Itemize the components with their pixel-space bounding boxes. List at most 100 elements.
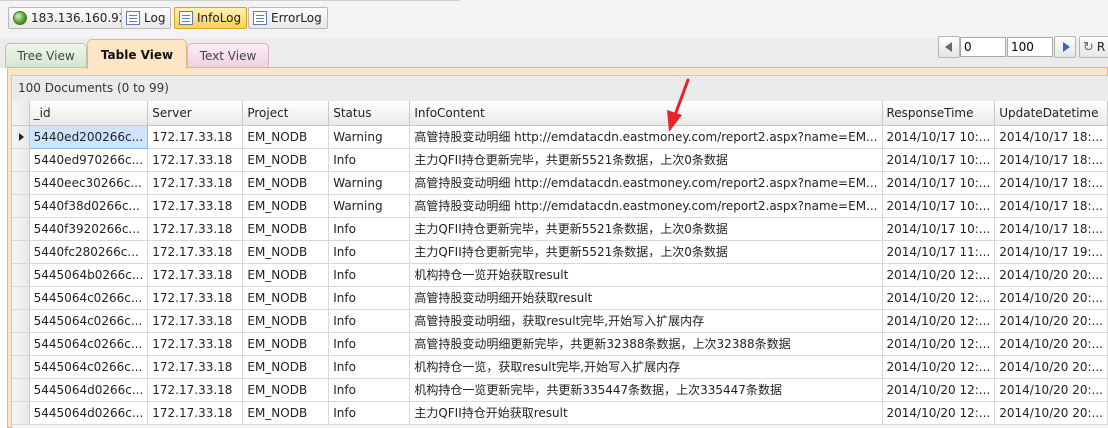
table-row[interactable]: 5440ed200266c... 172.17.33.18 EM_NODB Warni… bbox=[12, 124, 1108, 149]
cell-status[interactable]: Warning bbox=[328, 194, 411, 218]
cell-status[interactable]: Info bbox=[328, 263, 411, 287]
table-row[interactable]: 5440f38d0266c... 172.17.33.18 EM_NODB Warni… bbox=[12, 194, 1108, 218]
table-row[interactable]: 5445064d0266c... 172.17.33.18 EM_NODB Info … bbox=[12, 401, 1108, 425]
column-header-id[interactable]: _id bbox=[29, 101, 149, 126]
row-indicator[interactable] bbox=[12, 401, 30, 425]
cell-updatedatetime[interactable]: 2014/10/20 20:... bbox=[994, 263, 1108, 287]
cell-server[interactable]: 172.17.33.18 bbox=[147, 378, 244, 402]
cell-updatedatetime[interactable]: 2014/10/17 18:... bbox=[994, 171, 1108, 195]
cell-id[interactable]: 5445064c0266c... bbox=[29, 309, 149, 333]
tab-text-view[interactable]: Text View bbox=[187, 43, 269, 68]
cell-status[interactable]: Info bbox=[328, 309, 411, 333]
row-indicator[interactable] bbox=[12, 378, 30, 402]
server-button[interactable]: 183.136.160.92 bbox=[8, 7, 133, 29]
cell-infocontent[interactable]: 高管持股变动明细开始获取result bbox=[409, 286, 883, 310]
cell-infocontent[interactable]: 机构持仓一览开始获取result bbox=[409, 263, 883, 287]
results-grid[interactable]: _id Server Project Status InfoContent Re… bbox=[11, 101, 1108, 428]
column-header-responsetime[interactable]: ResponseTime bbox=[882, 101, 996, 126]
cell-server[interactable]: 172.17.33.18 bbox=[147, 309, 244, 333]
cell-status[interactable]: Info bbox=[328, 148, 411, 172]
cell-project[interactable]: EM_NODB bbox=[242, 332, 330, 356]
cell-updatedatetime[interactable]: 2014/10/20 20:... bbox=[994, 332, 1108, 356]
column-header-infocontent[interactable]: InfoContent bbox=[409, 101, 883, 126]
skip-input[interactable] bbox=[960, 37, 1006, 57]
cell-responsetime[interactable]: 2014/10/20 12:... bbox=[882, 263, 996, 287]
limit-input[interactable] bbox=[1007, 37, 1053, 57]
cell-server[interactable]: 172.17.33.18 bbox=[147, 171, 244, 195]
previous-page-button[interactable] bbox=[938, 36, 960, 58]
cell-responsetime[interactable]: 2014/10/17 10:... bbox=[882, 217, 996, 241]
cell-updatedatetime[interactable]: 2014/10/17 19:... bbox=[994, 240, 1108, 264]
row-indicator[interactable] bbox=[12, 125, 30, 149]
cell-status[interactable]: Info bbox=[328, 401, 411, 425]
cell-status[interactable]: Info bbox=[328, 286, 411, 310]
table-row[interactable]: 5445064d0266c... 172.17.33.18 EM_NODB Info … bbox=[12, 378, 1108, 402]
tab-tree-view[interactable]: Tree View bbox=[5, 43, 87, 68]
cell-project[interactable]: EM_NODB bbox=[242, 286, 330, 310]
column-header-server[interactable]: Server bbox=[147, 101, 244, 126]
row-indicator[interactable] bbox=[12, 240, 30, 264]
cell-updatedatetime[interactable]: 2014/10/20 20:... bbox=[994, 309, 1108, 333]
cell-updatedatetime[interactable]: 2014/10/17 18:... bbox=[994, 194, 1108, 218]
refresh-button[interactable]: ↻ R bbox=[1079, 36, 1108, 58]
row-indicator[interactable] bbox=[12, 171, 30, 195]
cell-infocontent[interactable]: 高管持股变动明细 http://emdatacdn.eastmoney.com/… bbox=[409, 194, 883, 218]
cell-updatedatetime[interactable]: 2014/10/17 18:... bbox=[994, 217, 1108, 241]
cell-infocontent[interactable]: 主力QFII持仓开始获取result bbox=[409, 401, 883, 425]
cell-infocontent[interactable]: 高管持股变动明细 http://emdatacdn.eastmoney.com/… bbox=[409, 171, 883, 195]
cell-project[interactable]: EM_NODB bbox=[242, 378, 330, 402]
cell-updatedatetime[interactable]: 2014/10/17 18:... bbox=[994, 148, 1108, 172]
cell-status[interactable]: Info bbox=[328, 217, 411, 241]
cell-status[interactable]: Warning bbox=[328, 125, 411, 149]
cell-project[interactable]: EM_NODB bbox=[242, 217, 330, 241]
cell-responsetime[interactable]: 2014/10/20 12:... bbox=[882, 332, 996, 356]
next-page-button[interactable] bbox=[1054, 36, 1076, 58]
row-indicator[interactable] bbox=[12, 332, 30, 356]
table-row[interactable]: 5445064c0266c... 172.17.33.18 EM_NODB Info … bbox=[12, 332, 1108, 356]
cell-project[interactable]: EM_NODB bbox=[242, 355, 330, 379]
cell-server[interactable]: 172.17.33.18 bbox=[147, 355, 244, 379]
cell-responsetime[interactable]: 2014/10/20 12:... bbox=[882, 378, 996, 402]
cell-updatedatetime[interactable]: 2014/10/20 20:... bbox=[994, 286, 1108, 310]
table-row[interactable]: 5440ed970266c... 172.17.33.18 EM_NODB Info 主… bbox=[12, 148, 1108, 172]
cell-infocontent[interactable]: 主力QFII持仓更新完毕，共更新5521条数据，上次0条数据 bbox=[409, 217, 883, 241]
cell-project[interactable]: EM_NODB bbox=[242, 148, 330, 172]
tab-table-view[interactable]: Table View bbox=[87, 39, 187, 69]
cell-updatedatetime[interactable]: 2014/10/20 20:... bbox=[994, 355, 1108, 379]
cell-server[interactable]: 172.17.33.18 bbox=[147, 194, 244, 218]
cell-id[interactable]: 5440ed200266c... bbox=[28, 124, 149, 149]
cell-updatedatetime[interactable]: 2014/10/20 20:... bbox=[994, 401, 1108, 425]
row-indicator[interactable] bbox=[12, 194, 30, 218]
row-indicator[interactable] bbox=[12, 263, 30, 287]
cell-id[interactable]: 5445064c0266c... bbox=[29, 332, 149, 356]
row-indicator[interactable] bbox=[12, 217, 30, 241]
cell-server[interactable]: 172.17.33.18 bbox=[147, 332, 244, 356]
cell-server[interactable]: 172.17.33.18 bbox=[147, 125, 244, 149]
cell-id[interactable]: 5445064b0266c... bbox=[29, 263, 149, 287]
cell-status[interactable]: Info bbox=[328, 240, 411, 264]
cell-infocontent[interactable]: 机构持仓一览，获取result完毕,开始写入扩展内存 bbox=[409, 355, 883, 379]
cell-server[interactable]: 172.17.33.18 bbox=[147, 286, 244, 310]
cell-status[interactable]: Warning bbox=[328, 171, 411, 195]
cell-id[interactable]: 5440fc280266c... bbox=[29, 240, 149, 264]
cell-responsetime[interactable]: 2014/10/17 10:... bbox=[882, 125, 996, 149]
cell-server[interactable]: 172.17.33.18 bbox=[147, 263, 244, 287]
column-header-updatedatetime[interactable]: UpdateDatetime bbox=[994, 101, 1108, 126]
cell-responsetime[interactable]: 2014/10/17 10:... bbox=[882, 171, 996, 195]
cell-responsetime[interactable]: 2014/10/17 10:... bbox=[882, 194, 996, 218]
row-indicator[interactable] bbox=[12, 309, 30, 333]
cell-status[interactable]: Info bbox=[328, 378, 411, 402]
cell-server[interactable]: 172.17.33.18 bbox=[147, 240, 244, 264]
cell-id[interactable]: 5445064d0266c... bbox=[29, 378, 149, 402]
cell-status[interactable]: Info bbox=[328, 332, 411, 356]
cell-infocontent[interactable]: 高管持股变动明细 http://emdatacdn.eastmoney.com/… bbox=[409, 125, 883, 149]
cell-project[interactable]: EM_NODB bbox=[242, 125, 330, 149]
cell-infocontent[interactable]: 机构持仓一览更新完毕，共更新335447条数据，上次335447条数据 bbox=[409, 378, 883, 402]
cell-id[interactable]: 5445064c0266c... bbox=[29, 286, 149, 310]
cell-id[interactable]: 5445064c0266c... bbox=[29, 355, 149, 379]
cell-project[interactable]: EM_NODB bbox=[242, 171, 330, 195]
cell-responsetime[interactable]: 2014/10/17 11:... bbox=[882, 240, 996, 264]
cell-project[interactable]: EM_NODB bbox=[242, 401, 330, 425]
infolog-button[interactable]: InfoLog bbox=[174, 7, 248, 29]
cell-updatedatetime[interactable]: 2014/10/20 20:... bbox=[994, 378, 1108, 402]
